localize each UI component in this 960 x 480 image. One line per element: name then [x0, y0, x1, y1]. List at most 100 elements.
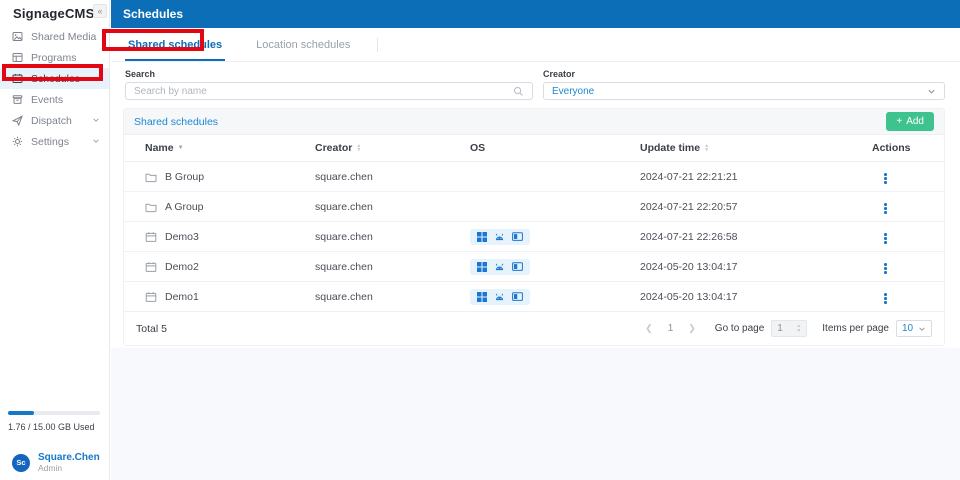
- total-count: Total 5: [136, 323, 167, 335]
- dispatch-icon: [12, 115, 23, 126]
- table-footer: Total 5 ❮ 1 ❯ Go to page 1 ▲▼ Items per …: [124, 312, 944, 345]
- row-creator: square.chen: [315, 261, 470, 273]
- row-name[interactable]: A Group: [165, 201, 204, 213]
- windows-icon: [477, 262, 487, 272]
- row-creator: square.chen: [315, 291, 470, 303]
- storage-bar-fill: [8, 411, 34, 415]
- page-number[interactable]: 1: [664, 323, 678, 334]
- calendar-icon: [145, 291, 157, 303]
- page-title: Schedules: [123, 7, 183, 21]
- items-per-page-label: Items per page: [822, 323, 889, 334]
- os-pill: [470, 289, 530, 305]
- chevron-down-icon: [927, 87, 936, 96]
- column-header-creator[interactable]: Creator ▲▼: [315, 142, 470, 154]
- sidebar-item-programs[interactable]: Programs: [0, 47, 109, 68]
- tab-location-schedules[interactable]: Location schedules: [239, 28, 367, 61]
- tab-shared-schedules[interactable]: Shared schedules: [111, 28, 239, 61]
- row-name[interactable]: B Group: [165, 171, 204, 183]
- search-label: Search: [125, 69, 533, 79]
- row-update-time: 2024-07-21 22:21:21: [640, 171, 872, 183]
- os-pill: [470, 229, 530, 245]
- schedule-icon: [12, 73, 23, 84]
- row-actions-menu-icon[interactable]: [878, 170, 893, 187]
- prev-page-icon[interactable]: ❮: [641, 321, 657, 336]
- table-header-row: Name ▼ Creator ▲▼ OS Update time ▲▼ Acti…: [124, 135, 944, 162]
- table-row: Demo1 square.chen 2024-05-20 13:04:17: [124, 282, 944, 312]
- sidebar-item-label: Dispatch: [31, 115, 72, 127]
- sidebar-item-label: Programs: [31, 52, 77, 64]
- column-header-os: OS: [470, 142, 640, 154]
- user-name: Square.Chen: [38, 452, 100, 463]
- android-icon: [494, 232, 505, 242]
- row-creator: square.chen: [315, 201, 470, 213]
- row-update-time: 2024-05-20 13:04:17: [640, 291, 872, 303]
- storage-usage: 1.76 / 15.00 GB Used: [8, 411, 100, 432]
- calendar-icon: [145, 231, 157, 243]
- page-header: Schedules: [111, 0, 960, 28]
- sidebar-item-dispatch[interactable]: Dispatch: [0, 110, 109, 131]
- plus-icon: +: [896, 116, 902, 127]
- app-logo: SignageCMS: [13, 6, 94, 21]
- table-body: B Group square.chen 2024-07-21 22:21:21 …: [124, 162, 944, 312]
- search-icon: [513, 86, 524, 97]
- signage-cms-app: SignageCMS « Shared Media Programs Schedul…: [0, 0, 960, 480]
- card-header: Shared schedules + Add: [124, 109, 944, 135]
- table-row: Demo3 square.chen 2024-07-21 22:26:58: [124, 222, 944, 252]
- sorter-icon: ▲▼: [704, 144, 709, 153]
- row-actions-menu-icon[interactable]: [878, 230, 893, 247]
- row-name[interactable]: Demo2: [165, 261, 199, 273]
- sidebar-item-label: Schedules: [31, 73, 80, 85]
- sidebar-item-label: Settings: [31, 136, 69, 148]
- number-spinner-icon[interactable]: ▲▼: [796, 324, 801, 333]
- sidebar-item-shared-media[interactable]: Shared Media: [0, 26, 109, 47]
- row-name[interactable]: Demo1: [165, 291, 199, 303]
- table-row: B Group square.chen 2024-07-21 22:21:21: [124, 162, 944, 192]
- column-header-name[interactable]: Name ▼: [145, 142, 315, 154]
- row-update-time: 2024-05-20 13:04:17: [640, 261, 872, 273]
- row-update-time: 2024-07-21 22:26:58: [640, 231, 872, 243]
- folder-icon: [145, 201, 157, 213]
- creator-select[interactable]: Everyone: [543, 82, 945, 100]
- tab-bar: Shared schedules Location schedules: [111, 28, 960, 62]
- display-icon: [512, 262, 523, 272]
- row-actions-menu-icon[interactable]: [878, 290, 893, 307]
- user-role: Admin: [38, 463, 100, 473]
- creator-selected-value: Everyone: [552, 86, 927, 97]
- row-creator: square.chen: [315, 171, 470, 183]
- display-icon: [512, 292, 523, 302]
- sidebar-item-schedules[interactable]: Schedules: [0, 68, 109, 89]
- row-actions-menu-icon[interactable]: [878, 260, 893, 277]
- page-background: [111, 348, 960, 480]
- filter-bar: Search Search by name Creator Everyone: [111, 62, 960, 108]
- next-page-icon[interactable]: ❯: [684, 321, 700, 336]
- add-button[interactable]: + Add: [886, 112, 934, 131]
- row-actions-menu-icon[interactable]: [878, 200, 893, 217]
- user-profile[interactable]: Sc Square.Chen Admin: [12, 452, 100, 473]
- folder-icon: [145, 171, 157, 183]
- add-button-label: Add: [906, 116, 924, 127]
- column-header-update-time[interactable]: Update time ▲▼: [640, 142, 872, 154]
- go-to-page-label: Go to page: [715, 323, 764, 334]
- sidebar-collapse-icon[interactable]: «: [93, 4, 107, 18]
- storage-bar: [8, 411, 100, 415]
- search-input[interactable]: Search by name: [125, 82, 533, 100]
- table-row: A Group square.chen 2024-07-21 22:20:57: [124, 192, 944, 222]
- row-creator: square.chen: [315, 231, 470, 243]
- sorter-icon: ▲▼: [356, 144, 361, 153]
- sidebar-item-settings[interactable]: Settings: [0, 131, 109, 152]
- windows-icon: [477, 232, 487, 242]
- row-name[interactable]: Demo3: [165, 231, 199, 243]
- sidebar: SignageCMS « Shared Media Programs Schedul…: [0, 0, 110, 480]
- chevron-down-icon: [92, 115, 100, 127]
- main-content: Schedules Shared schedules Location sche…: [111, 0, 960, 480]
- items-per-page-select[interactable]: 10: [896, 320, 932, 337]
- sidebar-item-events[interactable]: Events: [0, 89, 109, 110]
- shared-schedules-card: Shared schedules + Add Name ▼ Creator ▲▼…: [123, 108, 945, 346]
- settings-icon: [12, 136, 23, 147]
- windows-icon: [477, 292, 487, 302]
- column-header-actions: Actions: [872, 142, 944, 154]
- go-to-page-input[interactable]: 1 ▲▼: [771, 320, 807, 337]
- storage-used-label: 1.76 / 15.00 GB Used: [8, 422, 100, 432]
- sidebar-item-label: Shared Media: [31, 31, 96, 43]
- sidebar-item-label: Events: [31, 94, 63, 106]
